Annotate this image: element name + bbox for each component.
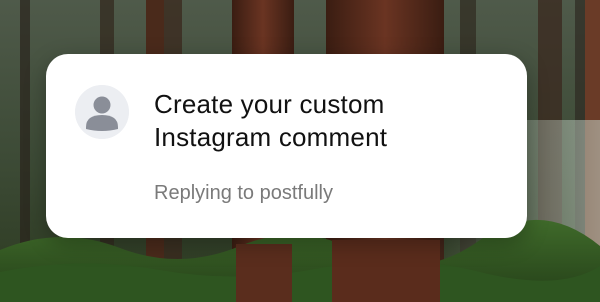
comment-title: Create your custom Instagram comment <box>154 89 388 152</box>
comment-card: Create your custom Instagram comment Rep… <box>46 54 527 238</box>
replying-to-text: Replying to postfully <box>154 182 333 204</box>
user-avatar-icon <box>75 85 129 139</box>
